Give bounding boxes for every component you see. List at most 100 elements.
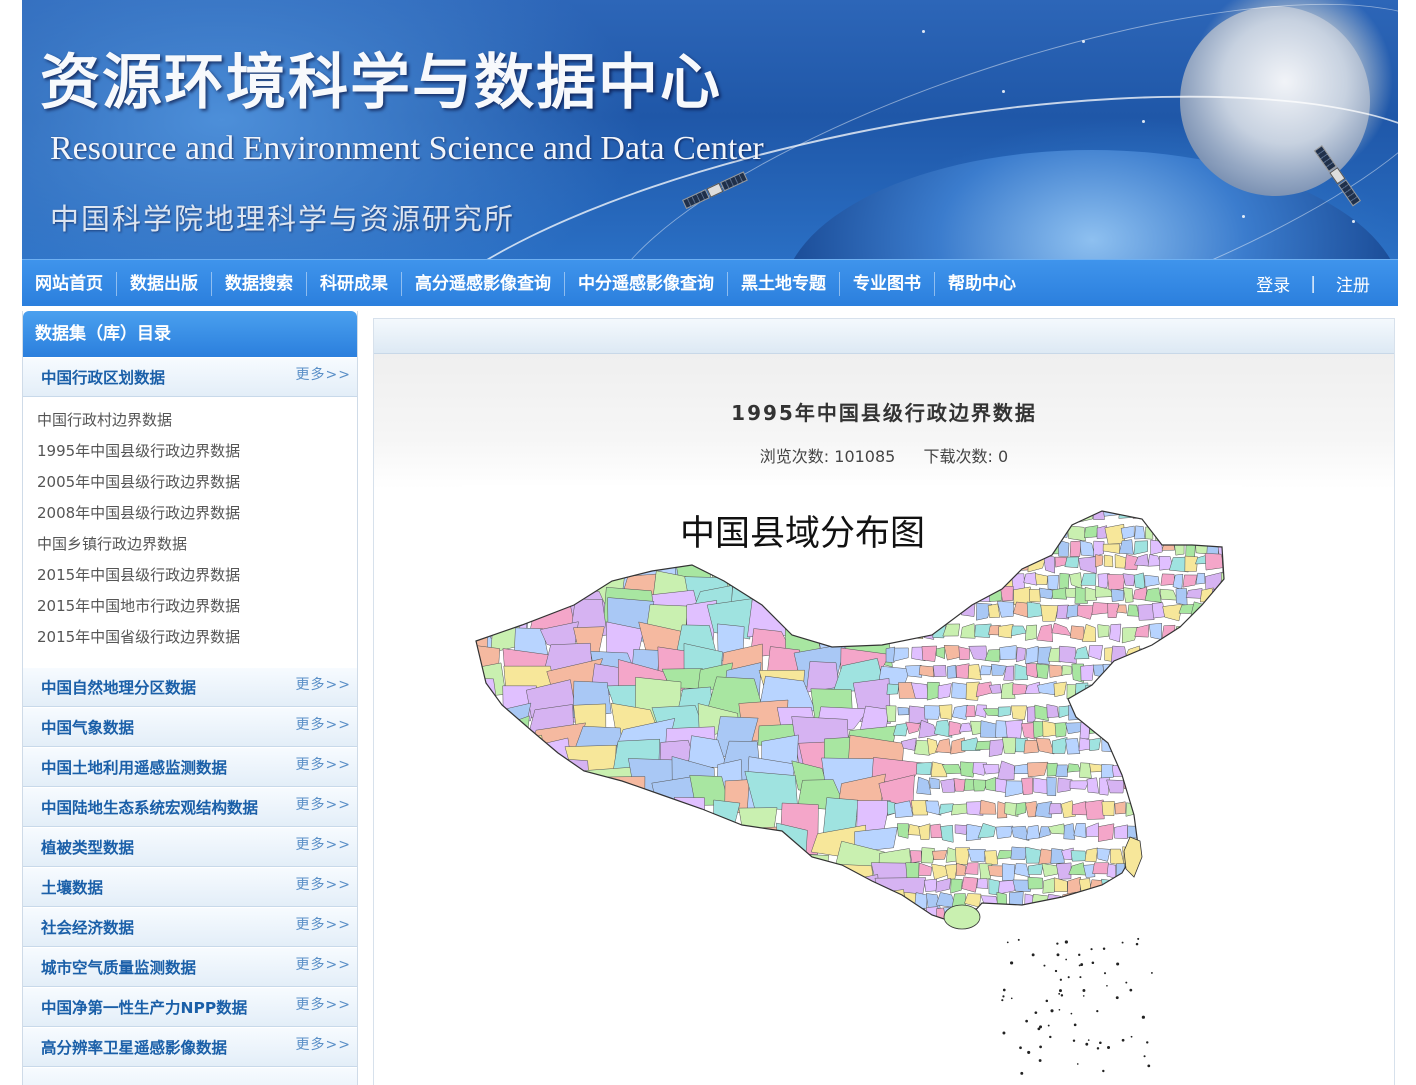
county-region [747, 552, 788, 582]
county-region [1133, 540, 1149, 555]
county-region [740, 826, 782, 862]
county-region [1051, 737, 1068, 754]
nav-help[interactable]: 帮助中心 [935, 272, 1029, 296]
nav-black-soil[interactable]: 黑土地专题 [728, 271, 840, 296]
county-region [1114, 554, 1127, 569]
more-link[interactable]: 更多>> [296, 754, 351, 774]
county-region [987, 527, 1002, 544]
county-region [1175, 762, 1191, 777]
county-region [1141, 706, 1156, 719]
more-link[interactable]: 更多>> [296, 834, 351, 854]
category-title[interactable]: 高分辨率卫星遥感影像数据 [41, 1028, 227, 1068]
county-region [595, 800, 650, 830]
county-region [1058, 705, 1069, 719]
downloads-count: 0 [998, 447, 1009, 466]
county-region [1195, 721, 1210, 733]
nav-data-search[interactable]: 数据搜索 [212, 271, 307, 296]
county-region [1103, 554, 1114, 568]
more-link[interactable]: 更多>> [296, 714, 351, 734]
list-item[interactable]: 2015年中国地市行政边界数据 [37, 591, 357, 622]
county-region [1052, 511, 1068, 518]
county-region [1002, 930, 1020, 944]
county-region [1083, 525, 1099, 539]
category-title[interactable]: 城市空气质量监测数据 [41, 948, 196, 988]
nav-books[interactable]: 专业图书 [840, 271, 935, 296]
county-region [918, 862, 932, 876]
county-region [1010, 846, 1029, 860]
more-link[interactable]: 更多>> [296, 674, 351, 694]
island-dot [1002, 988, 1006, 992]
county-region [1012, 909, 1023, 920]
county-region [1223, 823, 1224, 840]
more-link[interactable]: 更多>> [296, 794, 351, 814]
nav-research-results[interactable]: 科研成果 [307, 271, 402, 296]
county-region [926, 586, 943, 602]
county-region [1144, 574, 1160, 588]
category-title[interactable]: 中国行政区划数据 [41, 358, 165, 398]
list-item[interactable]: 1995年中国县级行政边界数据 [37, 436, 357, 467]
list-item[interactable]: 2015年中国省级行政边界数据 [37, 622, 357, 653]
category-title[interactable]: 中国气象数据 [41, 708, 134, 748]
county-region [1209, 664, 1222, 676]
nav-high-res-imagery[interactable]: 高分遥感影像查询 [402, 271, 565, 296]
county-region [1101, 739, 1116, 753]
site-org-name: 中国科学院地理科学与资源研究所 [50, 202, 516, 236]
county-region [1190, 892, 1201, 909]
login-link[interactable]: 登录 [1256, 271, 1290, 296]
register-link[interactable]: 注册 [1336, 271, 1370, 296]
county-region [1065, 722, 1083, 735]
category-title[interactable]: 土壤数据 [41, 868, 103, 908]
county-region [577, 860, 622, 907]
county-region [929, 511, 941, 520]
island-dot [1121, 1038, 1125, 1042]
more-link[interactable]: 更多>> [296, 1034, 351, 1054]
county-region [996, 850, 1013, 860]
county-region [1003, 558, 1021, 568]
county-region [1228, 542, 1238, 554]
more-link[interactable]: 更多>> [296, 914, 351, 934]
county-region [738, 871, 796, 921]
county-region [917, 603, 934, 617]
county-region [978, 931, 994, 941]
county-region [1225, 929, 1238, 941]
category-title[interactable]: 植被类型数据 [41, 828, 134, 868]
list-item[interactable]: 2015年中国县级行政边界数据 [37, 560, 357, 591]
category-title[interactable]: 中国自然地理分区数据 [41, 668, 196, 708]
county-region [1146, 777, 1163, 796]
category-title[interactable]: 中国陆地生态系统宏观结构数据 [41, 788, 258, 828]
island-dot [1102, 947, 1106, 951]
nav-home[interactable]: 网站首页 [22, 271, 117, 296]
county-region [988, 739, 1005, 757]
county-region [1218, 601, 1224, 616]
category-title[interactable]: 社会经济数据 [41, 908, 134, 948]
county-region [1095, 681, 1114, 701]
county-region [1153, 705, 1167, 721]
county-region [636, 511, 675, 549]
island-dot [1125, 981, 1128, 984]
nav-data-publish[interactable]: 数据出版 [117, 271, 212, 296]
list-item[interactable]: 2005年中国县级行政边界数据 [37, 467, 357, 498]
more-link[interactable]: 更多>> [296, 364, 351, 384]
county-region [701, 861, 731, 899]
county-region [905, 721, 921, 735]
county-region [1139, 648, 1153, 662]
county-region [1169, 682, 1190, 701]
list-item[interactable]: 中国乡镇行政边界数据 [37, 529, 357, 560]
category-item: 中国自然地理分区数据 更多>> [23, 667, 357, 707]
list-item[interactable]: 2008年中国县级行政边界数据 [37, 498, 357, 529]
county-region [1024, 624, 1037, 641]
more-link[interactable]: 更多>> [296, 994, 351, 1014]
county-region [476, 570, 499, 604]
category-item: 中国气象数据 更多>> [23, 707, 357, 747]
category-title[interactable]: 中国净第一性生产力NPP数据 [41, 988, 247, 1028]
more-link[interactable]: 更多>> [296, 874, 351, 894]
more-link[interactable]: 更多>> [296, 954, 351, 974]
island-dot [1064, 940, 1068, 944]
island-dot [1096, 1047, 1100, 1050]
county-region [1073, 823, 1087, 839]
category-title[interactable]: 中国土地利用遥感监测数据 [41, 748, 227, 788]
nav-mid-res-imagery[interactable]: 中分遥感影像查询 [565, 271, 728, 296]
island-dot [1039, 1025, 1043, 1029]
county-region [501, 734, 548, 778]
list-item[interactable]: 中国行政村边界数据 [37, 405, 357, 436]
